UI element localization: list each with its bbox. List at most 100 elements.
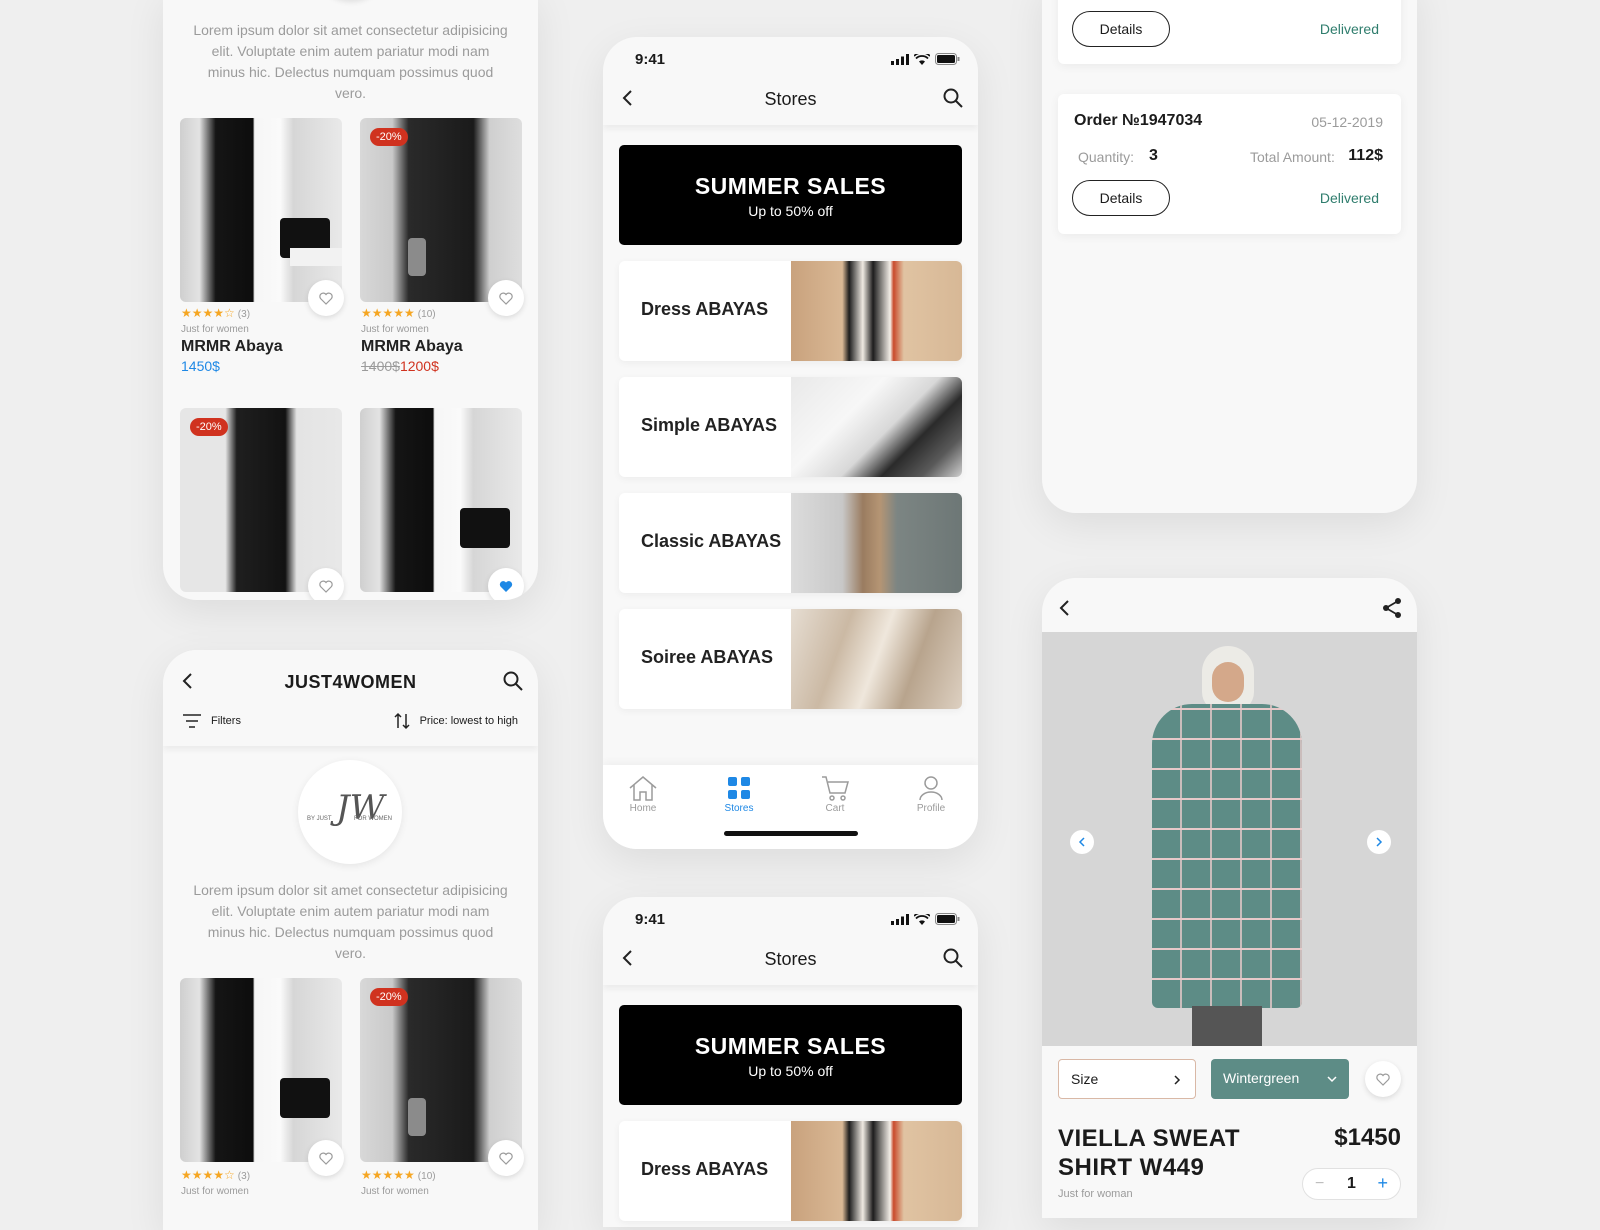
sort-label: Price: lowest to high <box>419 715 518 727</box>
brand-logo: BY JUST JW FOR WOMEN <box>298 760 402 864</box>
status-icons <box>891 913 960 925</box>
details-button[interactable]: Details <box>1072 180 1170 216</box>
product-name[interactable]: MRMR Abaya <box>361 338 463 356</box>
share-icon[interactable] <box>1381 597 1403 619</box>
product-brand: Just for woman <box>1058 1188 1133 1200</box>
logo-mark: JW <box>336 788 385 828</box>
tab-label: Profile <box>916 803 946 814</box>
grid-icon <box>728 777 750 799</box>
brand-screen: JUST4WOMEN Filters Price: lowest to high… <box>163 650 538 1230</box>
category-image <box>791 1121 962 1221</box>
favorite-heart-filled-icon[interactable] <box>488 568 524 600</box>
product-brand: Just for women <box>361 324 429 335</box>
favorite-heart-icon[interactable] <box>308 568 344 600</box>
summer-sales-banner[interactable]: SUMMER SALES Up to 50% off <box>619 145 962 245</box>
legs <box>1192 1006 1262 1046</box>
category-card[interactable]: Classic ABAYAS <box>619 493 962 593</box>
old-price: 1400$ <box>361 358 400 374</box>
stores-screen-2: 9:41 Stores SUMMER SALES Up to 50% off D… <box>603 897 978 1227</box>
status-time: 9:41 <box>635 911 666 928</box>
brand-description: Lorem ipsum dolor sit amet consectetur a… <box>193 882 508 961</box>
sort-icon <box>394 712 410 730</box>
details-button[interactable]: Details <box>1072 11 1170 47</box>
tab-cart[interactable]: Cart <box>805 775 865 814</box>
product-photo <box>1042 632 1417 1046</box>
summer-sales-banner[interactable]: SUMMER SALES Up to 50% off <box>619 1005 962 1105</box>
battery-icon <box>935 913 960 925</box>
logo-text-right: FOR WOMEN <box>354 816 392 822</box>
category-label: Classic ABAYAS <box>641 531 782 551</box>
sort-button[interactable]: Price: lowest to high <box>394 712 518 730</box>
brand-description: Lorem ipsum dolor sit amet consectetur a… <box>193 22 508 101</box>
category-card[interactable]: Dress ABAYAS <box>619 261 962 361</box>
signal-icon <box>891 913 909 925</box>
navbar: Stores <box>603 77 978 125</box>
tab-label: Stores <box>724 803 754 814</box>
category-label: Dress ABAYAS <box>641 1159 769 1179</box>
carousel-prev-button[interactable] <box>1070 830 1094 854</box>
product-name: VIELLA SWEAT SHIRT W449 <box>1058 1124 1240 1182</box>
quantity-label: Quantity: <box>1078 149 1135 165</box>
tab-stores[interactable]: Stores <box>709 775 769 814</box>
filters-button[interactable]: Filters <box>183 714 241 728</box>
order-card: Order №1947034 05-12-2019 Quantity: 3 To… <box>1058 94 1401 234</box>
stores-screen: 9:41 Stores SUMMER SALES Up to 50% off D… <box>603 37 978 849</box>
home-icon <box>629 776 657 801</box>
orders-screen: Details Delivered Order №1947034 05-12-2… <box>1042 0 1417 513</box>
home-indicator <box>724 831 858 836</box>
search-icon[interactable] <box>942 947 964 969</box>
tab-label: Home <box>629 803 657 814</box>
search-icon[interactable] <box>502 670 524 692</box>
banner-subtitle: Up to 50% off <box>748 203 833 219</box>
discount-badge: -20% <box>370 128 408 146</box>
product-name[interactable]: MRMR Abaya <box>181 338 283 356</box>
category-card[interactable]: Dress ABAYAS <box>619 1121 962 1221</box>
back-arrow-icon[interactable] <box>1054 597 1076 619</box>
tab-profile[interactable]: Profile <box>901 775 961 814</box>
favorite-heart-icon[interactable] <box>308 280 344 316</box>
navbar: Stores <box>603 937 978 985</box>
size-select[interactable]: Size <box>1058 1059 1196 1099</box>
product-detail-screen: Size Wintergreen VIELLA SWEAT SHIRT W449… <box>1042 578 1417 1218</box>
favorite-heart-icon[interactable] <box>488 1140 524 1176</box>
product-image[interactable] <box>180 118 342 302</box>
garment-checks <box>1152 704 1302 1008</box>
product-price: 1400$1200$ <box>361 358 439 374</box>
decrement-button[interactable]: − <box>1315 1175 1324 1193</box>
category-card[interactable]: Soiree ABAYAS <box>619 609 962 709</box>
chevron-down-icon <box>1327 1076 1337 1083</box>
cart-icon <box>822 776 849 801</box>
product-price: 1450$ <box>181 358 220 374</box>
favorite-heart-icon[interactable] <box>488 280 524 316</box>
search-icon[interactable] <box>942 87 964 109</box>
rating-stars: ★★★★☆ (3) <box>181 1168 251 1182</box>
product-brand: Just for women <box>181 1186 249 1197</box>
category-label: Dress ABAYAS <box>641 299 769 319</box>
category-image <box>791 261 962 361</box>
tab-bar: Home Stores Cart Profile <box>603 765 978 849</box>
total-label: Total Amount: <box>1250 149 1335 165</box>
category-label: Simple ABAYAS <box>641 415 778 435</box>
rating-stars: ★★★★★ (10) <box>361 306 436 320</box>
category-image <box>791 377 962 477</box>
order-card: Details Delivered <box>1058 0 1401 64</box>
battery-icon <box>935 53 960 65</box>
category-image <box>791 493 962 593</box>
category-image <box>791 609 962 709</box>
model-face <box>1212 662 1244 702</box>
tab-home[interactable]: Home <box>613 775 673 814</box>
product-image[interactable] <box>360 408 522 592</box>
status-time: 9:41 <box>635 51 666 68</box>
increment-button[interactable]: + <box>1377 1173 1388 1194</box>
logo-text-left: BY JUST <box>307 816 332 822</box>
color-select[interactable]: Wintergreen <box>1211 1059 1349 1099</box>
discount-badge: -20% <box>370 988 408 1006</box>
order-number: Order №1947034 <box>1074 112 1203 129</box>
favorite-heart-icon[interactable] <box>308 1140 344 1176</box>
page-title: JUST4WOMEN <box>284 672 417 692</box>
favorite-heart-icon[interactable] <box>1365 1061 1401 1097</box>
carousel-next-button[interactable] <box>1367 830 1391 854</box>
chevron-right-icon <box>1174 1075 1181 1085</box>
category-card[interactable]: Simple ABAYAS <box>619 377 962 477</box>
product-image[interactable] <box>180 978 342 1162</box>
